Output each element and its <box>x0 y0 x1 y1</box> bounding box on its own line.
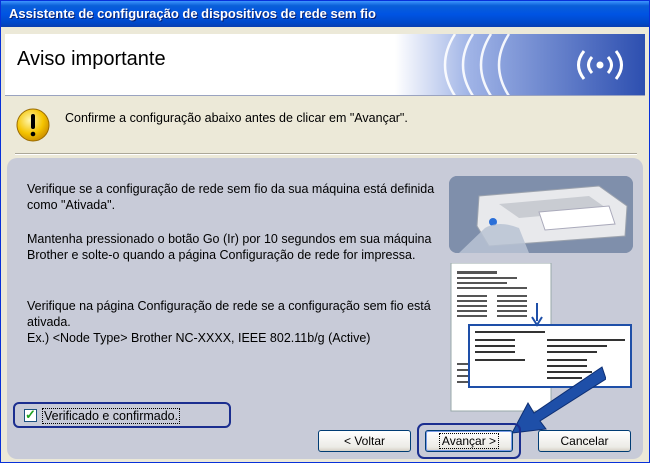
instruction-paragraph-1: Verifique se a configuração de rede sem … <box>27 182 435 212</box>
instruction-paragraph-3-line-2: Ex.) <Node Type> Brother NC-XXXX, IEEE 8… <box>27 331 371 345</box>
printer-image <box>449 176 633 253</box>
warning-icon <box>16 108 50 142</box>
divider <box>15 153 637 155</box>
cancel-button[interactable]: Cancelar <box>538 430 631 452</box>
notice-text: Confirme a configuração abaixo antes de … <box>65 111 408 125</box>
window-title: Assistente de configuração de dispositiv… <box>9 6 376 21</box>
confirmation-checkbox[interactable]: ✓ <box>24 407 37 422</box>
title-bar: Assistente de configuração de dispositiv… <box>1 1 649 27</box>
back-button[interactable]: < Voltar <box>318 430 411 452</box>
instruction-paragraph-3: Verifique na página Configuração de rede… <box>27 298 457 346</box>
wizard-window: Assistente de configuração de dispositiv… <box>0 0 650 463</box>
notice-area: Confirme a configuração abaixo antes de … <box>5 97 645 151</box>
header-banner: Aviso importante <box>5 34 645 96</box>
pointer-arrow-icon <box>511 366 606 434</box>
instruction-paragraph-2: Mantenha pressionado o botão Go (Ir) por… <box>27 232 432 262</box>
page-title: Aviso importante <box>17 48 166 70</box>
wireless-logo-icon <box>395 34 645 95</box>
confirmation-checkbox-label[interactable]: Verificado e confirmado. <box>42 408 181 424</box>
confirmation-checkbox-frame: ✓ Verificado e confirmado. <box>13 402 231 428</box>
instruction-paragraph-3-line-1: Verifique na página Configuração de rede… <box>27 299 431 329</box>
checkmark-icon: ✓ <box>25 407 36 422</box>
next-button-label: Avançar > <box>438 433 500 449</box>
next-button[interactable]: Avançar > <box>425 430 513 452</box>
